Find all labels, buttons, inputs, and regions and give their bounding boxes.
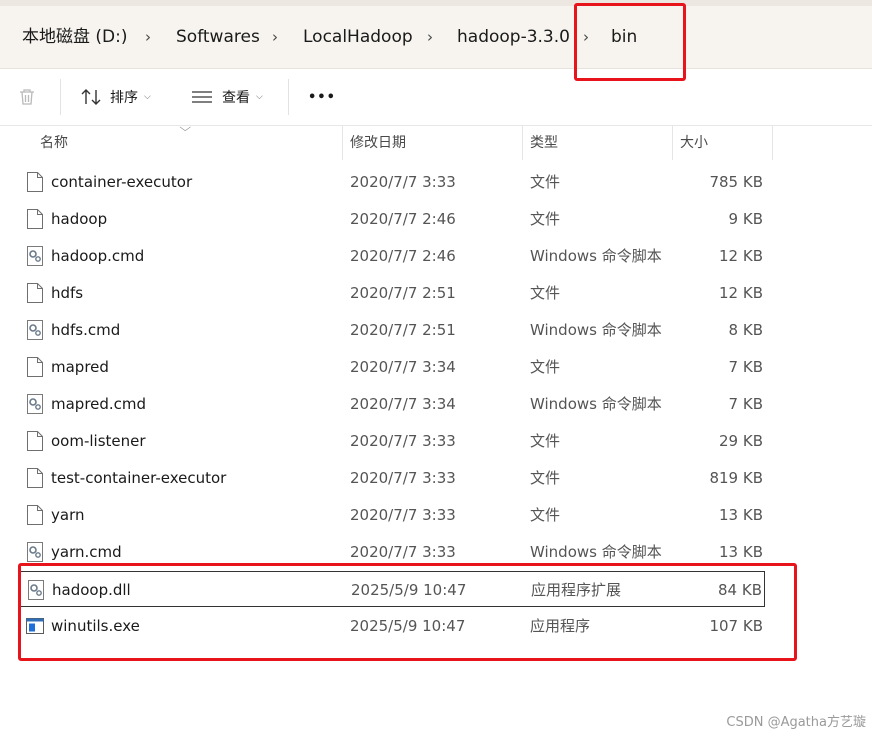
column-header-row: 名称 修改日期 类型 大小 <box>0 126 872 160</box>
file-type: Windows 命令脚本 <box>530 395 662 413</box>
chevron-down-icon: ⌵ <box>256 92 263 102</box>
sort-label: 排序 <box>110 90 138 106</box>
more-options-button[interactable]: ••• <box>308 69 336 125</box>
file-icon <box>27 357 43 377</box>
command-toolbar: 排序 ⌵ 查看 ⌵ ••• <box>0 69 872 126</box>
breadcrumb-softwares[interactable]: Softwares <box>176 24 260 50</box>
file-size: 9 KB <box>728 210 763 228</box>
file-row[interactable]: mapred.cmd 2020/7/7 3:34 Windows 命令脚本 7 KB <box>20 386 765 422</box>
file-size: 7 KB <box>728 358 763 376</box>
breadcrumb-chevron-icon: › <box>427 28 433 46</box>
trash-icon <box>20 89 34 105</box>
file-type: 文件 <box>530 506 561 524</box>
file-row[interactable]: hdfs.cmd 2020/7/7 2:51 Windows 命令脚本 8 KB <box>20 312 765 348</box>
file-row[interactable]: hdfs 2020/7/7 2:51 文件 12 KB <box>20 275 765 311</box>
file-row[interactable]: yarn 2020/7/7 3:33 文件 13 KB <box>20 497 765 533</box>
breadcrumb-chevron-icon: › <box>272 28 278 46</box>
file-date: 2020/7/7 3:34 <box>350 395 456 413</box>
file-name: mapred.cmd <box>51 395 147 413</box>
breadcrumb-localhadoop[interactable]: LocalHadoop <box>303 24 413 50</box>
address-bar[interactable]: 本地磁盘 (D:) › Softwares › LocalHadoop › ha… <box>0 6 872 69</box>
file-name: hadoop.cmd <box>51 247 145 265</box>
gear-file-icon <box>27 394 43 414</box>
file-size: 12 KB <box>719 247 763 265</box>
toolbar-divider <box>60 79 61 115</box>
view-list-icon <box>192 91 212 103</box>
file-row[interactable]: hadoop.cmd 2020/7/7 2:46 Windows 命令脚本 12 KB <box>20 238 765 274</box>
file-icon <box>27 505 43 525</box>
file-row[interactable]: hadoop 2020/7/7 2:46 文件 9 KB <box>20 201 765 237</box>
file-type: 文件 <box>530 173 561 191</box>
gear-file-icon <box>27 246 43 266</box>
file-type: 文件 <box>530 432 561 450</box>
file-size: 819 KB <box>709 469 763 487</box>
column-divider[interactable] <box>342 126 343 160</box>
file-name: oom-listener <box>51 432 146 450</box>
column-type[interactable]: 类型 <box>530 126 558 160</box>
file-icon <box>27 209 43 229</box>
file-row[interactable]: oom-listener 2020/7/7 3:33 文件 29 KB <box>20 423 765 459</box>
view-label: 查看 <box>222 90 250 106</box>
column-name[interactable]: 名称 <box>40 126 68 160</box>
file-date: 2020/7/7 3:34 <box>350 358 456 376</box>
file-name: hadoop <box>51 210 108 228</box>
file-name: mapred <box>51 358 109 376</box>
file-icon <box>27 172 43 192</box>
file-size: 8 KB <box>728 321 763 339</box>
file-size: 13 KB <box>719 506 763 524</box>
file-size: 785 KB <box>709 173 763 191</box>
breadcrumb-drive[interactable]: 本地磁盘 (D:) <box>22 24 128 50</box>
column-divider[interactable] <box>522 126 523 160</box>
file-date: 2020/7/7 2:46 <box>350 247 456 265</box>
column-divider[interactable] <box>772 126 773 160</box>
watermark: CSDN @Agatha方艺璇 <box>726 715 866 730</box>
sort-button[interactable]: 排序 ⌵ <box>80 69 151 125</box>
file-row[interactable]: test-container-executor 2020/7/7 3:33 文件 81… <box>20 460 765 496</box>
file-row[interactable]: mapred 2020/7/7 3:34 文件 7 KB <box>20 349 765 385</box>
more-dots-icon: ••• <box>308 89 336 105</box>
file-name: test-container-executor <box>51 469 227 487</box>
file-date: 2020/7/7 3:33 <box>350 432 456 450</box>
file-name: yarn <box>51 506 85 524</box>
column-date[interactable]: 修改日期 <box>350 126 406 160</box>
file-type: 文件 <box>530 358 561 376</box>
file-icon <box>27 431 43 451</box>
gear-file-icon <box>27 320 43 340</box>
gear-file-icon <box>27 542 43 562</box>
file-icon <box>27 468 43 488</box>
breadcrumb-chevron-icon: › <box>145 28 151 46</box>
sort-arrows-icon <box>81 89 101 105</box>
file-name: container-executor <box>51 173 193 191</box>
view-button[interactable]: 查看 ⌵ <box>191 69 263 125</box>
file-icon <box>27 283 43 303</box>
chevron-down-icon: ⌵ <box>144 92 151 102</box>
file-name: hdfs.cmd <box>51 321 121 339</box>
file-size: 7 KB <box>728 395 763 413</box>
annotation-box-bin <box>574 3 686 81</box>
file-date: 2020/7/7 3:33 <box>350 173 456 191</box>
column-size[interactable]: 大小 <box>680 126 708 160</box>
annotation-box-new-files <box>18 563 797 661</box>
file-type: Windows 命令脚本 <box>530 247 662 265</box>
file-type: 文件 <box>530 284 561 302</box>
file-size: 12 KB <box>719 284 763 302</box>
file-type: 文件 <box>530 210 561 228</box>
file-row[interactable]: container-executor 2020/7/7 3:33 文件 785 KB <box>20 164 765 200</box>
column-divider[interactable] <box>672 126 673 160</box>
file-type: Windows 命令脚本 <box>530 321 662 339</box>
file-date: 2020/7/7 3:33 <box>350 469 456 487</box>
toolbar-divider <box>288 79 289 115</box>
file-type: 文件 <box>530 469 561 487</box>
delete-button[interactable] <box>16 69 38 125</box>
file-name: hdfs <box>51 284 84 302</box>
file-date: 2020/7/7 2:51 <box>350 284 456 302</box>
breadcrumb-hadoop-version[interactable]: hadoop-3.3.0 <box>457 24 570 50</box>
file-date: 2020/7/7 2:46 <box>350 210 456 228</box>
file-size: 29 KB <box>719 432 763 450</box>
file-date: 2020/7/7 3:33 <box>350 506 456 524</box>
file-date: 2020/7/7 2:51 <box>350 321 456 339</box>
